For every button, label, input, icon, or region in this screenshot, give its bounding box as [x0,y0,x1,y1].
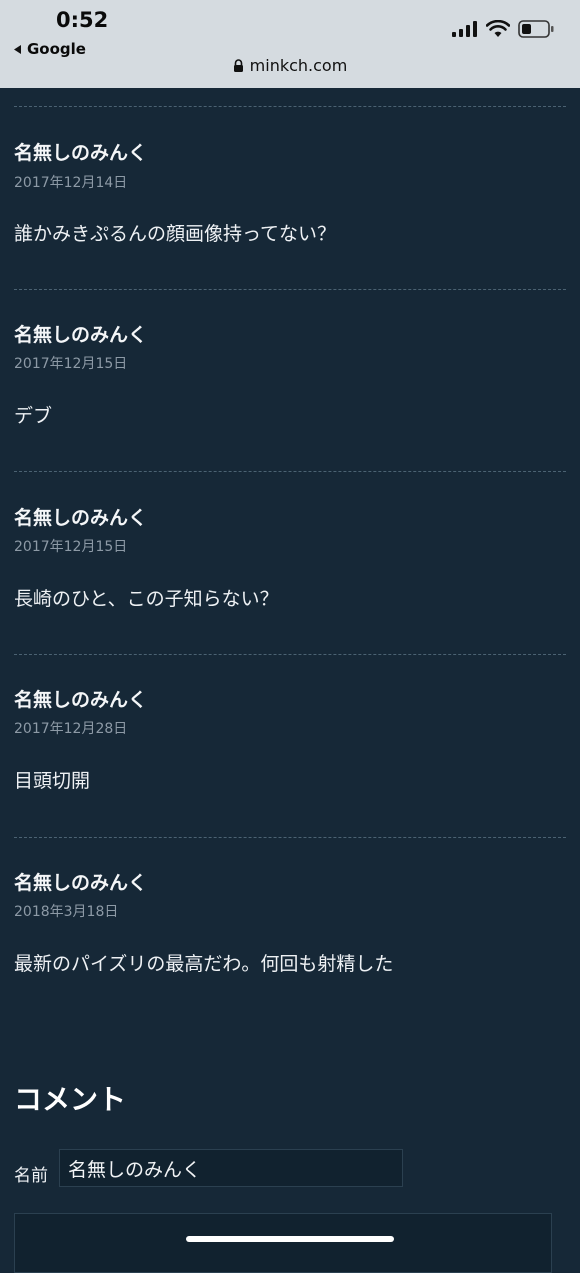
divider [14,106,566,107]
comment-body: デブ [14,405,53,427]
name-input[interactable] [59,1149,403,1187]
comment-body: 誰かみきぷるんの顔画像持ってない？ [14,223,337,245]
status-time: 0:52 [56,8,109,32]
wifi-icon [486,20,510,37]
comment-author: 名無しのみんく [14,142,148,164]
comment-date: 2018年3月18日 [14,904,119,920]
comment-body: 目頭切開 [14,770,91,792]
comment-author: 名無しのみんく [14,872,148,894]
comment-date: 2017年12月15日 [14,356,128,372]
status-bar: 0:52 Google minkch.com [0,0,580,88]
address-bar[interactable]: minkch.com [0,56,580,75]
signal-icon [452,21,477,37]
back-arrow-icon [14,44,21,54]
comment-section-title: コメント [14,1083,127,1116]
name-label: 名前 [14,1166,48,1186]
comment-date: 2017年12月14日 [14,175,128,191]
comment-body: 長崎のひと、この子知らない？ [14,588,279,610]
divider [14,654,566,655]
home-indicator [186,1236,394,1242]
comment-author: 名無しのみんく [14,507,148,529]
comment-date: 2017年12月28日 [14,721,128,737]
divider [14,837,566,838]
comment-list: 名無しのみんく 2017年12月14日 誰かみきぷるんの顔画像持ってない？ 名無… [0,88,580,1273]
comment-textarea[interactable] [14,1213,552,1273]
battery-icon [518,20,554,38]
comment-date: 2017年12月15日 [14,539,128,555]
comment-body: 最新のパイズリの最高だわ。何回も射精した [14,953,394,975]
comment-author: 名無しのみんく [14,689,148,711]
divider [14,289,566,290]
lock-icon [233,59,243,72]
system-icons [452,20,554,38]
divider [14,471,566,472]
url-text: minkch.com [249,56,348,75]
comment-author: 名無しのみんく [14,324,148,346]
